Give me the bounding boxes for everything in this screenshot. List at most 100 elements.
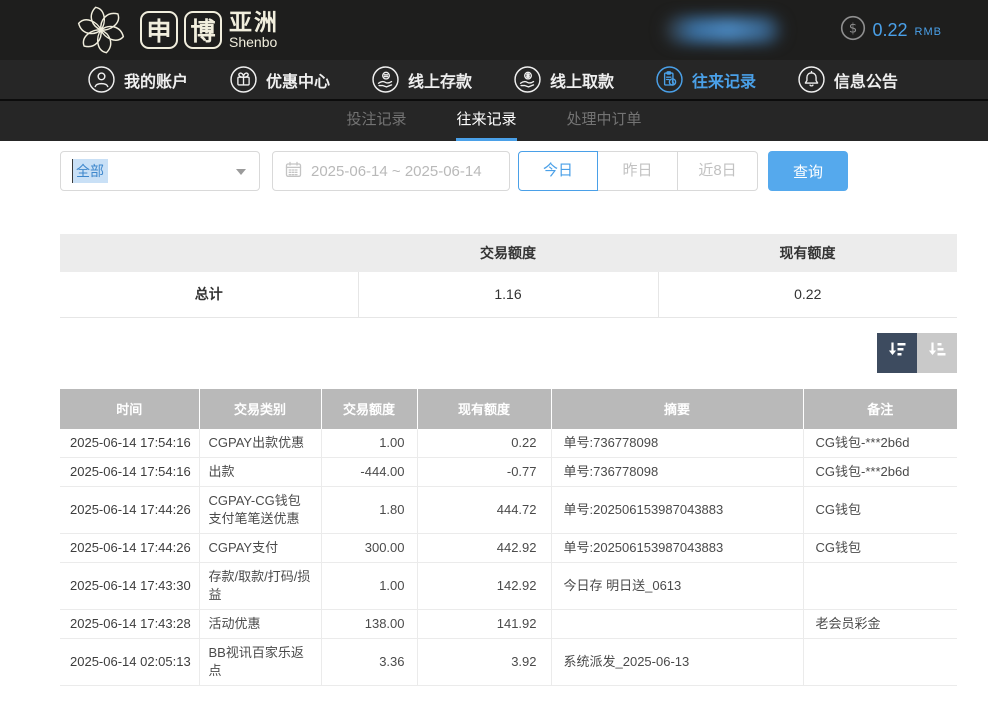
nav-label: 信息公告 bbox=[834, 68, 898, 92]
balance-amount: 0.22 bbox=[873, 20, 908, 41]
cell-balance: 442.92 bbox=[417, 534, 551, 563]
summary-header-row: 交易额度 现有额度 bbox=[60, 234, 957, 272]
quick-date-button-group: 今日 昨日 近8日 bbox=[518, 151, 758, 191]
cell-summary: 单号:202506153987043883 bbox=[551, 534, 803, 563]
cell-remark: CG钱包 bbox=[803, 487, 957, 534]
summary-transaction-total: 1.16 bbox=[358, 272, 658, 317]
records-header-row: 时间 交易类别 交易额度 现有额度 摘要 备注 bbox=[60, 389, 957, 429]
transaction-records-page: 申 博 亚洲 Shenbo $ 0.22 RMB bbox=[0, 0, 988, 721]
tab-transaction-records[interactable]: 往来记录 bbox=[456, 101, 516, 141]
nav-label: 线上取款 bbox=[550, 68, 614, 92]
cell-remark: CG钱包-***2b6d bbox=[803, 458, 957, 487]
nav-label: 线上存款 bbox=[408, 68, 472, 92]
cell-balance: 0.22 bbox=[417, 429, 551, 458]
nav-item-transaction-records[interactable]: 往来记录 bbox=[656, 66, 756, 93]
cell-time: 2025-06-14 17:54:16 bbox=[60, 458, 199, 487]
cell-category: BB视讯百家乐返点 bbox=[199, 639, 321, 686]
table-row: 2025-06-14 17:44:26 CGPAY-CG钱包支付笔笔送优惠 1.… bbox=[60, 487, 957, 534]
date-range-value: 2025-06-14 ~ 2025-06-14 bbox=[311, 163, 482, 180]
cell-summary: 单号:202506153987043883 bbox=[551, 487, 803, 534]
cell-amount: 1.00 bbox=[321, 563, 417, 610]
cell-summary: 单号:736778098 bbox=[551, 429, 803, 458]
top-header-bar: 申 博 亚洲 Shenbo $ 0.22 RMB bbox=[0, 0, 988, 60]
col-header-category: 交易类别 bbox=[199, 389, 321, 429]
deposit-hand-coin-icon bbox=[372, 66, 399, 93]
records-clipboard-icon bbox=[656, 66, 683, 93]
svg-text:$: $ bbox=[848, 21, 856, 36]
cell-balance: -0.77 bbox=[417, 458, 551, 487]
nav-item-my-account[interactable]: 我的账户 bbox=[88, 66, 188, 93]
col-header-balance: 现有额度 bbox=[417, 389, 551, 429]
table-row: 2025-06-14 17:43:30 存款/取款/打码/损益 1.00 142… bbox=[60, 563, 957, 610]
sort-controls bbox=[60, 333, 957, 373]
tab-betting-records[interactable]: 投注记录 bbox=[346, 101, 406, 141]
last-8-days-button[interactable]: 近8日 bbox=[678, 151, 758, 191]
cell-amount: 300.00 bbox=[321, 534, 417, 563]
summary-header-current: 现有额度 bbox=[658, 234, 957, 272]
col-header-amount: 交易额度 bbox=[321, 389, 417, 429]
today-button[interactable]: 今日 bbox=[518, 151, 598, 191]
sort-asc-icon bbox=[926, 339, 948, 366]
query-button[interactable]: 查询 bbox=[768, 151, 848, 191]
cell-category: CGPAY支付 bbox=[199, 534, 321, 563]
cell-remark bbox=[803, 639, 957, 686]
brand-region-en: Shenbo bbox=[229, 34, 279, 50]
cell-remark: 老会员彩金 bbox=[803, 610, 957, 639]
sort-desc-icon bbox=[886, 339, 908, 366]
col-header-time: 时间 bbox=[60, 389, 199, 429]
username-redacted[interactable] bbox=[664, 17, 782, 43]
cell-time: 2025-06-14 17:44:26 bbox=[60, 534, 199, 563]
calendar-icon bbox=[285, 161, 302, 182]
yesterday-button[interactable]: 昨日 bbox=[598, 151, 678, 191]
nav-item-online-deposit[interactable]: 线上存款 bbox=[372, 66, 472, 93]
summary-total-row: 总计 1.16 0.22 bbox=[60, 272, 957, 317]
cell-summary: 今日存 明日送_0613 bbox=[551, 563, 803, 610]
logo-char-bo: 博 bbox=[184, 11, 222, 49]
type-select-value: 全部 bbox=[72, 159, 108, 183]
nav-label: 优惠中心 bbox=[266, 68, 330, 92]
cell-time: 2025-06-14 17:54:16 bbox=[60, 429, 199, 458]
table-row: 2025-06-14 17:44:26 CGPAY支付 300.00 442.9… bbox=[60, 534, 957, 563]
cell-remark: CG钱包 bbox=[803, 534, 957, 563]
cell-amount: 1.80 bbox=[321, 487, 417, 534]
sort-ascending-button[interactable] bbox=[917, 333, 957, 373]
nav-item-online-withdrawal[interactable]: 线上取款 bbox=[514, 66, 614, 93]
col-header-summary: 摘要 bbox=[551, 389, 803, 429]
summary-header-transaction: 交易额度 bbox=[358, 234, 658, 272]
col-header-remark: 备注 bbox=[803, 389, 957, 429]
filter-toolbar: 全部 2025-06-14 ~ 2025-06-14 今日 昨日 近8日 查询 bbox=[60, 151, 988, 191]
cell-balance: 141.92 bbox=[417, 610, 551, 639]
chevron-down-icon bbox=[236, 169, 246, 175]
table-row: 2025-06-14 02:05:13 BB视讯百家乐返点 3.36 3.92 … bbox=[60, 639, 957, 686]
user-icon bbox=[88, 66, 115, 93]
cell-category: CGPAY-CG钱包支付笔笔送优惠 bbox=[199, 487, 321, 534]
tab-pending-orders[interactable]: 处理中订单 bbox=[567, 101, 642, 141]
cell-balance: 3.92 bbox=[417, 639, 551, 686]
record-tabs: 投注记录 往来记录 处理中订单 bbox=[0, 101, 988, 141]
summary-table: 交易额度 现有额度 总计 1.16 0.22 bbox=[60, 234, 957, 318]
cell-summary: 单号:736778098 bbox=[551, 458, 803, 487]
logo-char-shen: 申 bbox=[140, 11, 178, 49]
nav-item-promotions[interactable]: 优惠中心 bbox=[230, 66, 330, 93]
cell-category: 活动优惠 bbox=[199, 610, 321, 639]
nav-item-announcements[interactable]: 信息公告 bbox=[798, 66, 898, 93]
sort-descending-button[interactable] bbox=[877, 333, 917, 373]
bell-icon bbox=[798, 66, 825, 93]
brand-logo[interactable]: 申 博 bbox=[140, 11, 222, 49]
cell-time: 2025-06-14 17:44:26 bbox=[60, 487, 199, 534]
type-select[interactable]: 全部 bbox=[60, 151, 260, 191]
records-table: 时间 交易类别 交易额度 现有额度 摘要 备注 2025-06-14 17:54… bbox=[60, 389, 957, 687]
summary-total-label: 总计 bbox=[60, 272, 358, 317]
balance-currency: RMB bbox=[915, 22, 942, 38]
table-row: 2025-06-14 17:54:16 出款 -444.00 -0.77 单号:… bbox=[60, 458, 957, 487]
cell-remark: CG钱包-***2b6d bbox=[803, 429, 957, 458]
nav-label: 我的账户 bbox=[124, 68, 188, 92]
cell-time: 2025-06-14 02:05:13 bbox=[60, 639, 199, 686]
cell-amount: 3.36 bbox=[321, 639, 417, 686]
cell-balance: 142.92 bbox=[417, 563, 551, 610]
cell-summary: 系统派发_2025-06-13 bbox=[551, 639, 803, 686]
brand-region: 亚洲 Shenbo bbox=[229, 10, 279, 50]
date-range-input[interactable]: 2025-06-14 ~ 2025-06-14 bbox=[272, 151, 510, 191]
summary-header-empty bbox=[60, 234, 358, 272]
cell-balance: 444.72 bbox=[417, 487, 551, 534]
